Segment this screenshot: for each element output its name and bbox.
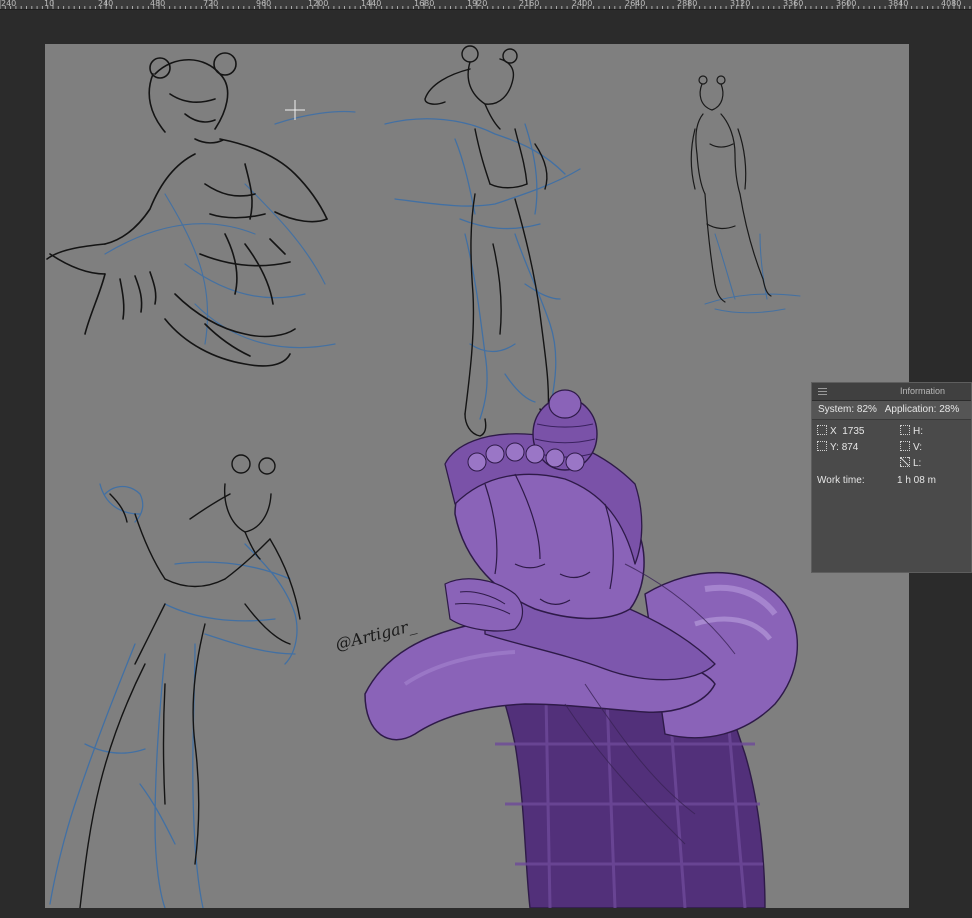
ruler-label: 4080 bbox=[941, 0, 962, 8]
artwork: @Artigar_ bbox=[46, 45, 801, 908]
colored-figure-purple bbox=[364, 389, 798, 908]
ruler-label: 1200 bbox=[308, 0, 329, 8]
ruler-label: 720 bbox=[203, 0, 219, 8]
system-label: System: bbox=[818, 404, 855, 415]
ruler-label: 3840 bbox=[888, 0, 909, 8]
memory-usage-row: System: 82% Application: 28% bbox=[812, 401, 971, 420]
system-value: 82% bbox=[856, 404, 877, 415]
panel-menu-icon[interactable] bbox=[818, 388, 827, 395]
work-time-value: 1 h 08 m bbox=[897, 475, 936, 486]
x-coordinate-label: X bbox=[830, 426, 837, 437]
artist-signature: @Artigar_ bbox=[333, 616, 417, 654]
y-coordinate-value: 874 bbox=[841, 442, 859, 453]
v-value: V: bbox=[900, 441, 922, 454]
y-coordinate-icon bbox=[817, 441, 827, 451]
l-label: L: bbox=[913, 458, 922, 469]
y-coordinate: Y: 874 bbox=[817, 441, 858, 454]
sketch-figure-top-left bbox=[46, 52, 356, 367]
information-panel-title: Information bbox=[899, 386, 945, 396]
v-label: V: bbox=[913, 442, 923, 453]
ruler-label: 960 bbox=[256, 0, 272, 8]
ruler-label: 240 bbox=[98, 0, 114, 8]
ruler-label: 2640 bbox=[625, 0, 646, 8]
information-panel-header[interactable]: Information bbox=[812, 383, 971, 401]
top-ruler: 240 10 240 480 720 960 1200 1440 1680 19… bbox=[0, 0, 972, 10]
ruler-label: 3360 bbox=[783, 0, 804, 8]
application-label: Application: bbox=[884, 404, 937, 415]
y-coordinate-label: Y: bbox=[830, 442, 839, 453]
ruler-label: 2880 bbox=[677, 0, 698, 8]
h-label: H: bbox=[913, 426, 923, 437]
application-value: 28% bbox=[939, 404, 960, 415]
l-value: L: bbox=[900, 457, 921, 470]
ruler-label: 10 bbox=[44, 0, 55, 8]
information-panel[interactable]: Information System: 82% Application: 28%… bbox=[811, 382, 972, 573]
l-value-icon bbox=[900, 457, 910, 467]
ruler-label: 2400 bbox=[572, 0, 593, 8]
v-value-icon bbox=[900, 441, 910, 451]
ruler-label: 480 bbox=[150, 0, 166, 8]
h-value-icon bbox=[900, 425, 910, 435]
h-value: H: bbox=[900, 425, 923, 438]
ruler-label: 1680 bbox=[414, 0, 435, 8]
ruler-label: 2160 bbox=[519, 0, 540, 8]
sketch-figure-top-right bbox=[690, 75, 801, 314]
x-coordinate-icon bbox=[817, 425, 827, 435]
work-time: Work time: 1 h 08 m bbox=[817, 475, 936, 486]
ruler-label: 240 bbox=[1, 0, 17, 8]
ruler-label: 3600 bbox=[836, 0, 857, 8]
ruler-label: 1440 bbox=[361, 0, 382, 8]
x-coordinate: X 1735 bbox=[817, 425, 864, 438]
sketch-figure-bottom-left bbox=[49, 454, 301, 908]
ruler-label: 3120 bbox=[730, 0, 751, 8]
drawing-canvas[interactable]: @Artigar_ bbox=[45, 44, 909, 908]
work-time-label: Work time: bbox=[817, 475, 865, 486]
ruler-label: 1920 bbox=[467, 0, 488, 8]
sketch-figure-top-center bbox=[384, 45, 581, 437]
x-coordinate-value: 1735 bbox=[842, 426, 865, 437]
